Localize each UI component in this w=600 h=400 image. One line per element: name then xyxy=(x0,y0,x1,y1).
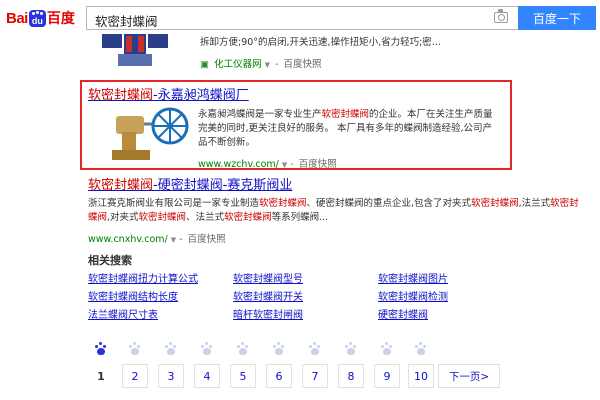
related-searches-title: 相关搜索 xyxy=(88,254,132,267)
page-1: 1 xyxy=(88,342,116,388)
page-number[interactable]: 2 xyxy=(122,364,148,388)
search-result-highlighted: 软密封蝶阀-永嘉昶鸿蝶阀厂 永嘉昶鸿蝶阀是一家专业生产软密封蝶阀的企业。本厂在关… xyxy=(80,80,512,170)
page-2[interactable]: 2 xyxy=(122,342,150,388)
snippet-keyword: 软密封蝶阀 xyxy=(259,198,307,209)
page-number[interactable]: 7 xyxy=(302,364,328,388)
search-result: 拆卸方便;90°的启闭,开关迅速,操作扭矩小,省力轻巧;密... ▣ 化工仪器网… xyxy=(88,34,588,70)
related-link[interactable]: 法兰蝶阀尺寸表 xyxy=(88,306,158,321)
page-number: 1 xyxy=(97,369,105,383)
pagination: 1 2 3 4 5 6 7 8 9 10 下一页> xyxy=(88,342,508,392)
snippet-keyword: 软密封蝶阀 xyxy=(138,212,187,223)
result-title[interactable]: 软密封蝶阀-硬密封蝶阀-赛克斯阀业 xyxy=(88,178,292,193)
logo-text-bai: Bai xyxy=(6,9,28,27)
related-searches: 软密封蝶阀扭力计算公式 软密封蝶阀型号 软密封蝶阀图片 软密封蝶阀结构长度 软密… xyxy=(88,270,508,322)
snapshot-link[interactable]: 百度快照 xyxy=(188,234,226,245)
header: Bai du 百度 软密封蝶阀 百度一下 xyxy=(0,0,600,36)
paw-icon xyxy=(236,342,250,356)
related-link[interactable]: 软密封蝶阀结构长度 xyxy=(88,288,178,303)
page-number[interactable]: 5 xyxy=(230,364,256,388)
related-link[interactable]: 硬密封蝶阀 xyxy=(378,306,428,321)
chevron-down-icon[interactable]: ▼ xyxy=(265,61,270,69)
related-link[interactable]: 软密封蝶阀扭力计算公式 xyxy=(88,270,198,285)
snippet-keyword: 软密封蝶阀 xyxy=(224,212,272,223)
paw-icon xyxy=(380,342,394,356)
snippet-keyword: 软密封蝶阀 xyxy=(471,198,519,209)
next-page-button[interactable]: 下一页> xyxy=(438,364,500,388)
related-link[interactable]: 软密封蝶阀图片 xyxy=(378,270,448,285)
title-keyword: 软密封蝶阀 xyxy=(88,178,154,193)
camera-icon[interactable] xyxy=(494,9,508,23)
page-6[interactable]: 6 xyxy=(266,342,294,388)
page-8[interactable]: 8 xyxy=(338,342,366,388)
paw-icon xyxy=(200,342,214,356)
page-number[interactable]: 3 xyxy=(158,364,184,388)
snippet-part: 等系列蝶阀... xyxy=(271,212,329,223)
search-button[interactable]: 百度一下 xyxy=(518,6,596,30)
snippet-part: 浙江赛克斯阀业有限公司是一家专业制造 xyxy=(88,198,260,209)
title-rest: -硬密封蝶阀-赛克斯阀业 xyxy=(153,178,293,193)
page-3[interactable]: 3 xyxy=(158,342,186,388)
result-snippet: 浙江赛克斯阀业有限公司是一家专业制造软密封蝶阀、硬密封蝶阀的重点企业,包含了对夹… xyxy=(88,197,588,225)
page-5[interactable]: 5 xyxy=(230,342,258,388)
page-number[interactable]: 4 xyxy=(194,364,220,388)
paw-icon xyxy=(344,342,358,356)
page-7[interactable]: 7 xyxy=(302,342,330,388)
page-9[interactable]: 9 xyxy=(374,342,402,388)
result-title[interactable]: 软密封蝶阀-永嘉昶鸿蝶阀厂 xyxy=(88,84,249,103)
chevron-down-icon[interactable]: ▼ xyxy=(171,236,176,244)
search-input-value: 软密封蝶阀 xyxy=(95,14,158,29)
search-result: 软密封蝶阀-硬密封蝶阀-赛克斯阀业 浙江赛克斯阀业有限公司是一家专业制造软密封蝶… xyxy=(88,174,588,246)
result-url[interactable]: www.cnxhv.com/ xyxy=(88,234,168,245)
valve-thumbnail[interactable] xyxy=(108,104,198,164)
paw-icon xyxy=(94,342,108,356)
logo-text-du: du xyxy=(31,15,43,26)
result-url[interactable]: 化工仪器网 xyxy=(214,59,262,70)
related-link[interactable]: 暗杆软密封闸阀 xyxy=(233,306,303,321)
result-snippet: 永嘉昶鸿蝶阀是一家专业生产软密封蝶阀的企业。本厂在关注生产质量完美的同时,更关注… xyxy=(198,108,498,150)
paw-icon xyxy=(272,342,286,356)
related-link[interactable]: 软密封蝶阀型号 xyxy=(233,270,303,285)
snippet-part: ,对夹式 xyxy=(107,212,139,223)
snippet-part: 、硬密封蝶阀的重点企业,包含了对夹式 xyxy=(306,198,472,209)
snippet-part: 永嘉昶鸿蝶阀是一家专业生产 xyxy=(198,109,322,120)
snippet-part: ,法兰式 xyxy=(518,198,551,209)
related-link[interactable]: 软密封蝶阀开关 xyxy=(233,288,303,303)
title-rest: -永嘉昶鸿蝶阀厂 xyxy=(153,88,249,103)
snippet-part: 、法兰式 xyxy=(186,212,225,223)
title-keyword: 软密封蝶阀 xyxy=(88,88,154,103)
related-link[interactable]: 软密封蝶阀检测 xyxy=(378,288,448,303)
snapshot-link[interactable]: 百度快照 xyxy=(299,159,337,170)
shield-icon: ▣ xyxy=(200,59,209,70)
chevron-down-icon[interactable]: ▼ xyxy=(282,161,287,169)
paw-icon xyxy=(128,342,142,356)
page-4[interactable]: 4 xyxy=(194,342,222,388)
page-number[interactable]: 9 xyxy=(374,364,400,388)
paw-icon: du xyxy=(28,9,46,27)
baidu-logo[interactable]: Bai du 百度 xyxy=(6,7,78,29)
result-snippet: 拆卸方便;90°的启闭,开关迅速,操作扭矩小,省力轻巧;密... xyxy=(200,37,441,48)
snippet-keyword: 软密封蝶阀 xyxy=(321,109,370,120)
page-number[interactable]: 10 xyxy=(408,364,434,388)
search-input[interactable]: 软密封蝶阀 xyxy=(86,6,518,30)
paw-icon xyxy=(164,342,178,356)
paw-icon xyxy=(414,342,428,356)
snapshot-link[interactable]: 百度快照 xyxy=(284,59,322,70)
result-thumbnail[interactable] xyxy=(88,34,184,66)
page-number[interactable]: 6 xyxy=(266,364,292,388)
logo-text-baidu: 百度 xyxy=(46,11,75,27)
paw-icon xyxy=(308,342,322,356)
page-number[interactable]: 8 xyxy=(338,364,364,388)
result-url[interactable]: www.wzchv.com/ xyxy=(198,159,279,170)
page-10[interactable]: 10 xyxy=(408,342,436,388)
